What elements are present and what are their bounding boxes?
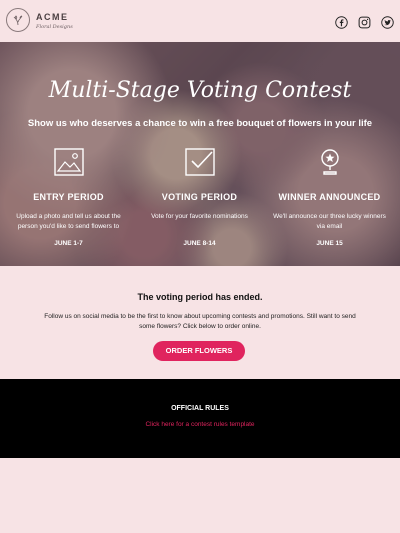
checkbox-icon — [184, 148, 215, 176]
brand-name: ACME — [36, 12, 69, 22]
instagram-icon[interactable] — [358, 16, 371, 29]
stage-voting: VOTING PERIOD Vote for your favorite nom… — [133, 146, 266, 247]
stage-date: JUNE 8-14 — [183, 240, 216, 247]
status-body: Follow us on social media to be the firs… — [44, 313, 356, 330]
page-bottom — [0, 458, 400, 533]
stage-title: WINNER ANNOUNCED — [278, 192, 381, 202]
top-bar: ACME Floral Designs — [0, 0, 400, 42]
facebook-icon[interactable] — [335, 16, 348, 29]
hero-banner: Multi-Stage Voting Contest Show us who d… — [0, 42, 400, 266]
stage-title: ENTRY PERIOD — [33, 192, 104, 202]
hero-title: Multi-Stage Voting Contest — [48, 78, 352, 103]
hero-subtitle: Show us who deserves a chance to win a f… — [27, 118, 373, 129]
status-heading: The voting period has ended. — [137, 292, 263, 302]
rules-heading: OFFICIAL RULES — [171, 405, 229, 412]
rules-section: OFFICIAL RULES Click here for a contest … — [0, 379, 400, 458]
stage-description: Upload a photo and tell us about the per… — [16, 213, 121, 230]
logo-icon[interactable] — [6, 8, 30, 32]
trophy-icon — [320, 149, 339, 175]
stage-date: JUNE 1-7 — [54, 240, 83, 247]
stage-date: JUNE 15 — [316, 240, 343, 247]
stage-description: Vote for your favorite nominations — [151, 213, 248, 220]
rules-link[interactable]: Click here for a contest rules template — [0, 421, 400, 428]
twitter-icon[interactable] — [381, 16, 394, 29]
status-section: The voting period has ended. Follow us o… — [0, 266, 400, 379]
image-icon — [53, 148, 84, 176]
order-flowers-button[interactable]: ORDER FLOWERS — [153, 341, 245, 361]
brand-tagline: Floral Designs — [36, 24, 73, 30]
stage-title: VOTING PERIOD — [161, 192, 238, 202]
stage-description: We'll announce our three lucky winners v… — [273, 213, 386, 230]
stage-winner: WINNER ANNOUNCED We'll announce our thre… — [263, 146, 396, 247]
stage-entry: ENTRY PERIOD Upload a photo and tell us … — [2, 146, 135, 247]
social-links — [335, 16, 394, 29]
